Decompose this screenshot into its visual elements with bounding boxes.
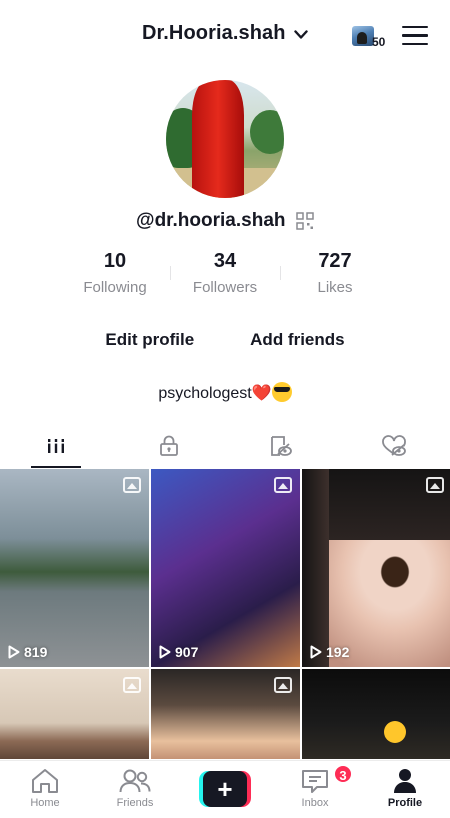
profile-icon	[394, 769, 416, 793]
stat-followers[interactable]: 34 Followers	[170, 250, 280, 300]
nav-inbox[interactable]: 3 Inbox	[270, 761, 360, 818]
top-bar: Dr.Hooria.shah 50	[0, 0, 450, 70]
following-count: 10	[103, 250, 127, 272]
photo-icon	[426, 477, 444, 493]
following-label: Following	[83, 279, 147, 296]
sunglasses-emoji-icon	[271, 382, 292, 402]
profile-handle: @dr.hooria.shah	[136, 210, 286, 231]
tab-private[interactable]	[113, 424, 226, 468]
video-thumbnail[interactable]	[151, 669, 300, 759]
view-count: 819	[8, 644, 47, 660]
followers-label: Followers	[192, 279, 258, 296]
view-count: 907	[159, 644, 198, 660]
inbox-icon	[302, 770, 328, 793]
video-thumbnail[interactable]	[0, 669, 149, 759]
username[interactable]: Dr.Hooria.shah	[142, 22, 286, 44]
bottom-nav: Home Friends + 3 Inbox Profile	[0, 760, 450, 818]
repost-icon	[271, 436, 293, 456]
create-button[interactable]: +	[199, 771, 251, 807]
photo-icon	[123, 477, 141, 493]
play-icon	[8, 645, 20, 659]
nav-profile-label: Profile	[387, 797, 423, 809]
play-icon	[310, 645, 322, 659]
video-grid: 819 907 192	[0, 469, 450, 759]
qr-code-icon[interactable]	[296, 212, 314, 230]
nav-home-label: Home	[30, 797, 60, 809]
profile-tabs	[0, 424, 450, 468]
smiley-emoji-icon	[384, 721, 406, 743]
nav-home[interactable]: Home	[0, 761, 90, 818]
profile-bio: psychologest❤️	[0, 382, 450, 403]
tab-liked[interactable]	[338, 424, 450, 468]
chevron-down-icon[interactable]	[294, 30, 308, 40]
view-count: 192	[310, 644, 349, 660]
play-icon	[159, 645, 171, 659]
nav-create[interactable]: +	[180, 761, 270, 818]
add-friends-button[interactable]: Add friends	[250, 330, 344, 350]
creator-tools-button[interactable]: 50	[350, 24, 392, 49]
view-count-text: 192	[326, 644, 350, 660]
grid-icon	[46, 439, 67, 453]
nav-friends[interactable]: Friends	[90, 761, 180, 818]
creator-badge-count: 50	[372, 35, 386, 49]
photo-icon	[123, 677, 141, 693]
view-count-text: 819	[24, 644, 48, 660]
nav-inbox-label: Inbox	[301, 797, 329, 809]
handle-row: @dr.hooria.shah	[0, 210, 450, 232]
followers-count: 34	[213, 250, 237, 272]
video-thumbnail[interactable]: 192	[302, 469, 450, 667]
likes-count: 727	[318, 250, 352, 272]
profile-stats: 10 Following 34 Followers 727 Likes	[60, 250, 390, 300]
tab-videos[interactable]	[0, 424, 113, 468]
photo-icon	[274, 677, 292, 693]
profile-actions: Edit profile Add friends	[0, 330, 450, 350]
video-thumbnail[interactable]: 819	[0, 469, 149, 667]
inbox-badge: 3	[333, 764, 353, 784]
view-count-text: 907	[175, 644, 199, 660]
friends-icon	[119, 769, 151, 793]
video-thumbnail[interactable]	[302, 669, 450, 759]
photo-icon	[274, 477, 292, 493]
edit-profile-button[interactable]: Edit profile	[105, 330, 194, 350]
likes-label: Likes	[317, 279, 353, 296]
profile-avatar[interactable]	[166, 80, 284, 198]
video-thumbnail[interactable]: 907	[151, 469, 300, 667]
lock-icon	[159, 435, 178, 456]
bio-text: psychologest	[158, 385, 252, 402]
plus-icon: +	[203, 771, 247, 807]
stat-following[interactable]: 10 Following	[60, 250, 170, 300]
menu-icon[interactable]	[402, 26, 428, 46]
stat-likes[interactable]: 727 Likes	[280, 250, 390, 300]
creator-thumbnail-icon	[352, 26, 374, 46]
hidden-heart-icon	[381, 435, 406, 456]
nav-profile[interactable]: Profile	[360, 761, 450, 818]
heart-emoji: ❤️	[251, 385, 272, 402]
tab-reposts[interactable]	[225, 424, 338, 468]
nav-friends-label: Friends	[116, 797, 154, 809]
home-icon	[32, 769, 58, 793]
